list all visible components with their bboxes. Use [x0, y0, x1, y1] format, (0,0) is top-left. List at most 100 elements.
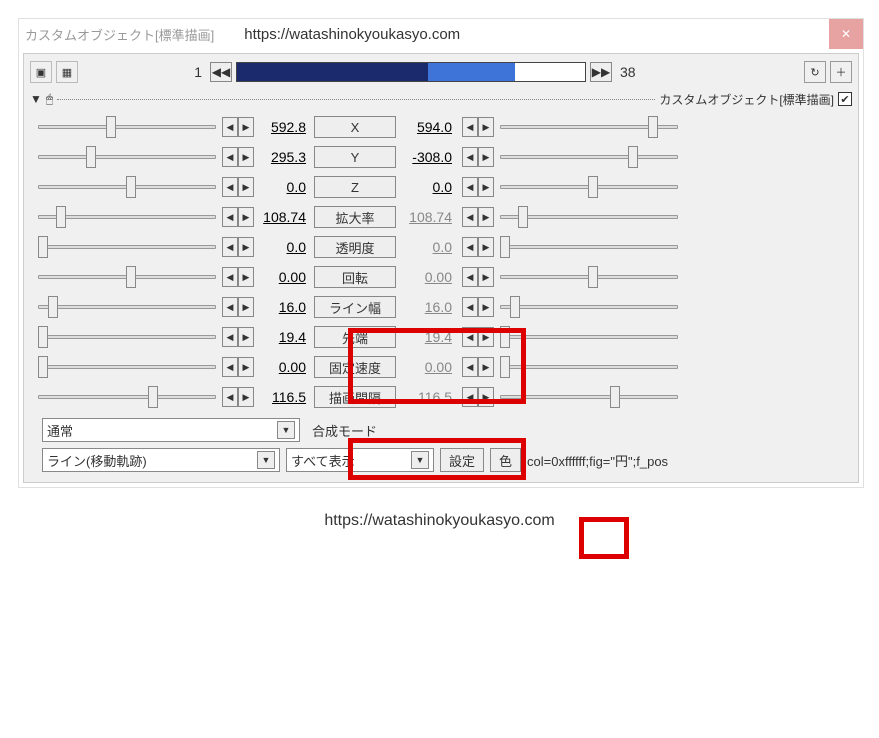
slider-right[interactable]: [500, 176, 678, 198]
close-button[interactable]: ✕: [829, 19, 863, 49]
param-label-button[interactable]: 描画間隔: [314, 386, 396, 408]
param-label-button[interactable]: 固定速度: [314, 356, 396, 378]
value-right[interactable]: 594.0: [400, 119, 456, 135]
spin-right-dec[interactable]: ◀: [462, 267, 478, 287]
spin-right-inc[interactable]: ▶: [478, 357, 494, 377]
slider-right[interactable]: [500, 326, 678, 348]
next-button[interactable]: ▶▶: [590, 62, 612, 82]
slider-left[interactable]: [38, 386, 216, 408]
value-left[interactable]: 592.8: [254, 119, 310, 135]
slider-right[interactable]: [500, 146, 678, 168]
spin-right-dec[interactable]: ◀: [462, 177, 478, 197]
value-right[interactable]: 16.0: [400, 299, 456, 315]
timeline[interactable]: [236, 62, 586, 82]
value-right[interactable]: 108.74: [400, 209, 456, 225]
param-label-button[interactable]: ライン幅: [314, 296, 396, 318]
spin-left-inc[interactable]: ▶: [238, 387, 254, 407]
slider-thumb[interactable]: [510, 296, 520, 318]
enable-checkbox[interactable]: ✔: [838, 92, 852, 106]
slider-thumb[interactable]: [500, 356, 510, 378]
spin-right-inc[interactable]: ▶: [478, 327, 494, 347]
spin-right-dec[interactable]: ◀: [462, 117, 478, 137]
slider-right[interactable]: [500, 236, 678, 258]
value-left[interactable]: 295.3: [254, 149, 310, 165]
spin-left-dec[interactable]: ◀: [222, 207, 238, 227]
spin-right-inc[interactable]: ▶: [478, 237, 494, 257]
slider-thumb[interactable]: [588, 266, 598, 288]
slider-left[interactable]: [38, 236, 216, 258]
slider-thumb[interactable]: [148, 386, 158, 408]
spin-left-dec[interactable]: ◀: [222, 147, 238, 167]
color-button[interactable]: 色: [490, 448, 521, 472]
collapse-icon[interactable]: ▼: [30, 92, 42, 106]
spin-right-dec[interactable]: ◀: [462, 327, 478, 347]
slider-left[interactable]: [38, 356, 216, 378]
prev-button[interactable]: ◀◀: [210, 62, 232, 82]
spin-left-dec[interactable]: ◀: [222, 357, 238, 377]
spin-right-inc[interactable]: ▶: [478, 147, 494, 167]
spin-right-inc[interactable]: ▶: [478, 207, 494, 227]
spin-left-dec[interactable]: ◀: [222, 327, 238, 347]
spin-left-inc[interactable]: ▶: [238, 267, 254, 287]
spin-left-dec[interactable]: ◀: [222, 267, 238, 287]
param-label-button[interactable]: 先端: [314, 326, 396, 348]
param-label-button[interactable]: 透明度: [314, 236, 396, 258]
display-combo[interactable]: すべて表示 ▼: [286, 448, 434, 472]
param-label-button[interactable]: 拡大率: [314, 206, 396, 228]
spin-left-dec[interactable]: ◀: [222, 237, 238, 257]
spin-right-inc[interactable]: ▶: [478, 297, 494, 317]
grid-icon-button[interactable]: ▦: [56, 61, 78, 83]
value-left[interactable]: 0.0: [254, 179, 310, 195]
slider-left[interactable]: [38, 326, 216, 348]
slider-thumb[interactable]: [610, 386, 620, 408]
spin-right-inc[interactable]: ▶: [478, 117, 494, 137]
spin-left-inc[interactable]: ▶: [238, 237, 254, 257]
spin-left-inc[interactable]: ▶: [238, 327, 254, 347]
spin-left-inc[interactable]: ▶: [238, 357, 254, 377]
spin-left-dec[interactable]: ◀: [222, 117, 238, 137]
value-right[interactable]: 0.00: [400, 269, 456, 285]
slider-right[interactable]: [500, 356, 678, 378]
slider-thumb[interactable]: [588, 176, 598, 198]
spin-right-dec[interactable]: ◀: [462, 387, 478, 407]
slider-left[interactable]: [38, 146, 216, 168]
value-left[interactable]: 0.00: [254, 359, 310, 375]
spin-left-dec[interactable]: ◀: [222, 177, 238, 197]
slider-right[interactable]: [500, 386, 678, 408]
slider-thumb[interactable]: [38, 326, 48, 348]
slider-left[interactable]: [38, 296, 216, 318]
spin-left-inc[interactable]: ▶: [238, 297, 254, 317]
spin-left-dec[interactable]: ◀: [222, 297, 238, 317]
slider-left[interactable]: [38, 176, 216, 198]
value-right[interactable]: 0.0: [400, 179, 456, 195]
param-label-button[interactable]: X: [314, 116, 396, 138]
value-left[interactable]: 16.0: [254, 299, 310, 315]
slider-thumb[interactable]: [628, 146, 638, 168]
spin-right-dec[interactable]: ◀: [462, 237, 478, 257]
slider-thumb[interactable]: [86, 146, 96, 168]
slider-thumb[interactable]: [126, 266, 136, 288]
param-label-button[interactable]: 回転: [314, 266, 396, 288]
slider-thumb[interactable]: [500, 326, 510, 348]
blend-mode-combo[interactable]: 通常 ▼: [42, 418, 300, 442]
slider-thumb[interactable]: [38, 236, 48, 258]
spin-left-inc[interactable]: ▶: [238, 117, 254, 137]
refresh-button[interactable]: ↻: [804, 61, 826, 83]
value-left[interactable]: 0.0: [254, 239, 310, 255]
slider-right[interactable]: [500, 206, 678, 228]
spin-right-inc[interactable]: ▶: [478, 267, 494, 287]
slider-left[interactable]: [38, 116, 216, 138]
slider-thumb[interactable]: [126, 176, 136, 198]
slider-thumb[interactable]: [500, 236, 510, 258]
spin-left-inc[interactable]: ▶: [238, 147, 254, 167]
spin-right-dec[interactable]: ◀: [462, 357, 478, 377]
value-right[interactable]: 116.5: [400, 389, 456, 405]
slider-thumb[interactable]: [56, 206, 66, 228]
value-left[interactable]: 116.5: [254, 389, 310, 405]
spin-right-dec[interactable]: ◀: [462, 147, 478, 167]
slider-thumb[interactable]: [648, 116, 658, 138]
add-button[interactable]: ＋: [830, 61, 852, 83]
slider-right[interactable]: [500, 116, 678, 138]
slider-left[interactable]: [38, 206, 216, 228]
value-right[interactable]: 0.0: [400, 239, 456, 255]
